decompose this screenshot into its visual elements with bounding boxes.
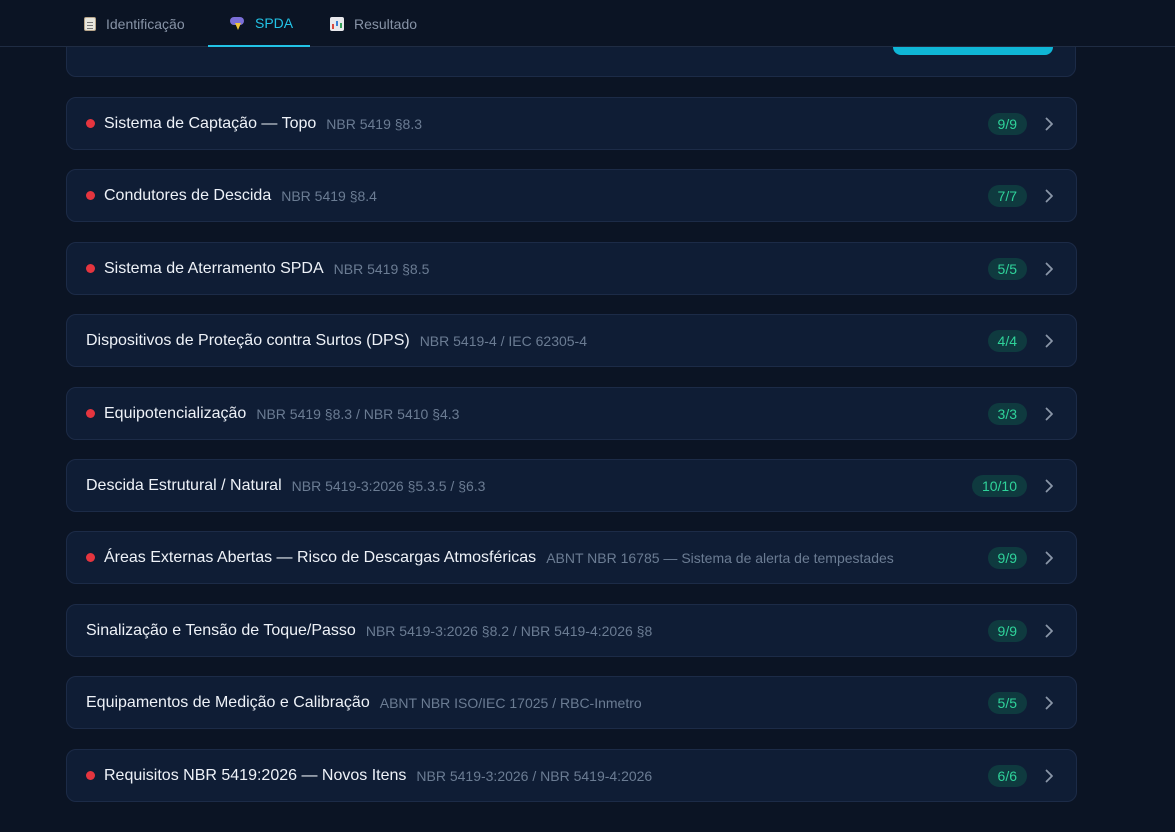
section-title: Descida Estrutural / Natural [86,476,282,494]
section-norm-reference: NBR 5419 §8.3 / NBR 5410 §4.3 [256,405,460,422]
section-row-main: Equipotencialização NBR 5419 §8.3 / NBR 5… [67,405,988,423]
bar-chart-icon [330,16,344,31]
completion-count-badge: 7/7 [987,184,1027,207]
section-row-main: Sistema de Aterramento SPDA NBR 5419 §8.5 [67,260,988,278]
completion-count-badge: 9/9 [987,546,1027,569]
chevron-right-icon[interactable] [1045,624,1054,638]
tab-spda[interactable]: SPDA [208,0,310,47]
alert-dot-icon [86,771,95,780]
clipboard-icon [84,16,96,31]
section-row-main: Equipamentos de Medição e Calibração ABNT… [67,694,988,712]
chevron-right-icon[interactable] [1045,117,1054,131]
completion-count-badge: 6/6 [987,764,1027,787]
chevron-right-icon[interactable] [1045,551,1054,565]
chevron-right-icon[interactable] [1045,769,1054,783]
section-row-main: Sinalização e Tensão de Toque/Passo NBR 5… [67,622,988,640]
alert-dot-icon [86,264,95,273]
section-row-main: Sistema de Captação — Topo NBR 5419 §8.3 [67,115,988,133]
section-row[interactable]: Sistema de Captação — Topo NBR 5419 §8.3 9… [66,97,1077,150]
completion-count-badge: 5/5 [987,257,1027,280]
section-title: Equipamentos de Medição e Calibração [86,693,370,711]
section-row[interactable]: Descida Estrutural / Natural NBR 5419-3:2… [66,459,1077,512]
section-row[interactable]: Equipamentos de Medição e Calibração ABNT… [66,676,1077,729]
section-title: Sinalização e Tensão de Toque/Passo [86,621,356,639]
chevron-right-icon[interactable] [1045,189,1054,203]
completion-count-badge: 10/10 [971,474,1027,497]
section-norm-reference: NBR 5419-3:2026 §5.3.5 / §6.3 [291,477,486,494]
section-norm-reference: NBR 5419 §8.5 [333,260,430,277]
section-row-main: Dispositivos de Proteção contra Surtos (… [67,332,988,350]
section-norm-reference: NBR 5419-3:2026 §8.2 / NBR 5419-4:2026 §… [365,622,653,639]
section-row[interactable]: Dispositivos de Proteção contra Surtos (… [66,314,1077,367]
chevron-right-icon[interactable] [1045,334,1054,348]
tab-label: Identificação [106,15,185,32]
section-row-main: Condutores de Descida NBR 5419 §8.4 [67,187,988,205]
section-row[interactable]: Equipotencialização NBR 5419 §8.3 / NBR 5… [66,387,1077,440]
spda-page: Identificação SPDA Resultado Sistema de … [0,0,1175,832]
completion-count-badge: 9/9 [987,619,1027,642]
chevron-right-icon[interactable] [1045,479,1054,493]
section-title: Requisitos NBR 5419:2026 — Novos Itens [104,766,407,784]
section-title: Dispositivos de Proteção contra Surtos (… [86,331,410,349]
alert-dot-icon [86,409,95,418]
alert-dot-icon [86,191,95,200]
alert-dot-icon [86,553,95,562]
completion-count-badge: 5/5 [987,691,1027,714]
tab-identificacao[interactable]: Identificação [84,0,185,47]
section-row[interactable]: Condutores de Descida NBR 5419 §8.4 7/7 [66,169,1077,222]
section-row-main: Descida Estrutural / Natural NBR 5419-3:2… [67,477,972,495]
section-title: Condutores de Descida [104,186,272,204]
section-norm-reference: NBR 5419-3:2026 / NBR 5419-4:2026 [416,767,653,784]
section-title: Sistema de Aterramento SPDA [104,259,324,277]
section-row-main: Áreas Externas Abertas — Risco de Descar… [67,549,988,567]
section-row[interactable]: Sinalização e Tensão de Toque/Passo NBR 5… [66,604,1077,657]
tab-bar: Identificação SPDA Resultado [0,0,1175,47]
section-norm-reference: ABNT NBR ISO/IEC 17025 / RBC-Inmetro [379,694,642,711]
chevron-right-icon[interactable] [1045,262,1054,276]
chevron-right-icon[interactable] [1045,696,1054,710]
section-norm-reference: NBR 5419-4 / IEC 62305-4 [419,332,588,349]
storm-icon [229,16,245,30]
section-norm-reference: NBR 5419 §8.3 [326,115,423,132]
completion-count-badge: 3/3 [987,402,1027,425]
completion-count-badge: 9/9 [987,112,1027,135]
alert-dot-icon [86,119,95,128]
section-row[interactable]: Sistema de Aterramento SPDA NBR 5419 §8.5… [66,242,1077,295]
tab-label: SPDA [255,14,294,31]
chevron-right-icon[interactable] [1045,407,1054,421]
section-title: Sistema de Captação — Topo [104,114,317,132]
section-title: Equipotencialização [104,404,247,422]
completion-count-badge: 4/4 [987,329,1027,352]
section-row-main: Requisitos NBR 5419:2026 — Novos Itens NB… [67,767,988,785]
section-row[interactable]: Requisitos NBR 5419:2026 — Novos Itens NB… [66,749,1077,802]
tab-label: Resultado [354,15,418,32]
section-norm-reference: NBR 5419 §8.4 [281,187,377,204]
section-row[interactable]: Áreas Externas Abertas — Risco de Descar… [66,531,1077,584]
section-norm-reference: ABNT NBR 16785 — Sistema de alerta de te… [546,549,894,566]
tab-resultado[interactable]: Resultado [330,0,417,47]
section-title: Áreas Externas Abertas — Risco de Descar… [104,548,537,566]
